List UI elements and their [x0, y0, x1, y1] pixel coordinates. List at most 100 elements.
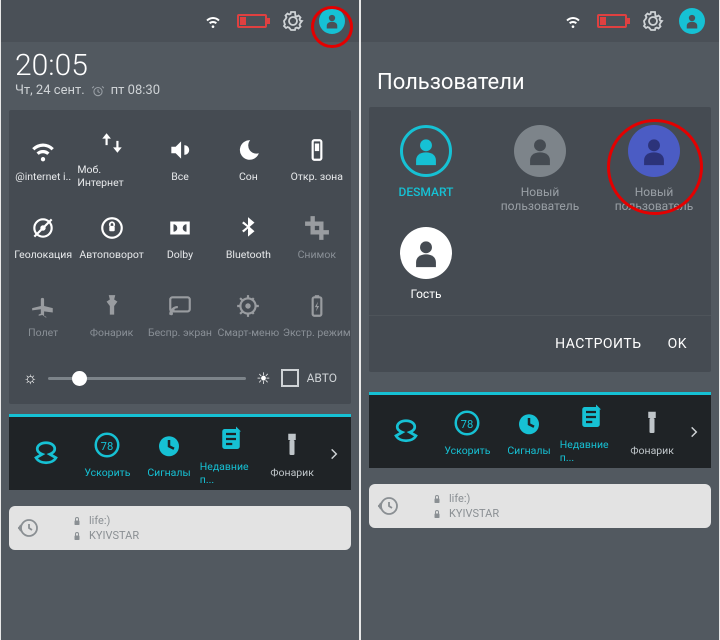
updown-icon [98, 129, 126, 157]
launcher-speed[interactable]: Ускорить [77, 428, 139, 479]
launcher-torch2[interactable]: Фонарик [621, 406, 683, 457]
qs-label: Моб. Интернет [77, 163, 145, 189]
torch2-icon [635, 406, 669, 440]
qs-label: Dolby [167, 248, 193, 261]
alarm-time: пт 08:30 [111, 83, 160, 98]
sim-cards: life:) KYIVSTAR [9, 506, 351, 550]
qs-tile-updown[interactable]: Моб. Интернет [77, 120, 145, 198]
qs-label: Беспр. экран [148, 326, 212, 339]
alarmclock-icon [152, 428, 186, 462]
qs-tile-torch[interactable]: Фонарик [77, 276, 145, 354]
launcher-alarmclock[interactable]: Сигналы [498, 406, 560, 457]
speed-icon [450, 406, 484, 440]
clock-time: 20:05 [15, 48, 345, 83]
user-switch-button[interactable] [319, 8, 345, 34]
qs-label: Все [171, 170, 189, 183]
user-name: DESMART [399, 185, 454, 199]
battsave-icon [303, 292, 331, 320]
users-panel: DESMART Новыйпользователь Новыйпользовател… [369, 107, 711, 372]
qs-label: Геолокация [14, 248, 72, 261]
battery-icon [597, 14, 627, 28]
status-bar [1, 0, 359, 42]
wifi-icon [203, 13, 223, 29]
user-новый-пользователь[interactable]: Новыйпользователь [597, 125, 711, 213]
history-icon [377, 494, 401, 518]
qs-tile-crop[interactable]: Снимок [283, 198, 351, 276]
avatar [514, 125, 566, 177]
qs-label: Откр. зона [291, 170, 343, 183]
avatar [400, 125, 452, 177]
qs-tile-cast[interactable]: Беспр. экран [146, 276, 214, 354]
qs-tile-nolocation[interactable]: Геолокация [9, 198, 77, 276]
moon-icon [234, 136, 262, 164]
sim-cards: life:) KYIVSTAR [369, 484, 711, 528]
chevron-right-icon[interactable] [683, 425, 705, 439]
user-новый-пользователь[interactable]: Новыйпользователь [483, 125, 597, 213]
qs-label: Фонарик [90, 326, 134, 339]
qs-tile-plane[interactable]: Полет [9, 276, 77, 354]
crop-icon [303, 214, 331, 242]
qs-tile-hotspot[interactable]: Откр. зона [283, 120, 351, 198]
brightness-row: ☼ ☀ АВТО [9, 354, 351, 398]
status-bar [361, 0, 719, 42]
settings-button[interactable]: НАСТРОИТЬ [555, 336, 641, 352]
user-гость[interactable]: Гость [369, 227, 483, 301]
ok-button[interactable]: OK [668, 336, 687, 352]
cast-icon [166, 292, 194, 320]
launcher-note[interactable]: Недавние п... [200, 422, 262, 486]
qs-tile-rotatelock[interactable]: Автоповорот [77, 198, 145, 276]
history-icon [17, 516, 41, 540]
qs-label: Bluetooth [226, 248, 271, 261]
volume-icon [166, 136, 194, 164]
user-name: Новыйпользователь [615, 185, 693, 213]
qs-tile-bluetooth[interactable]: Bluetooth [214, 198, 282, 276]
user-desmart[interactable]: DESMART [369, 125, 483, 213]
qs-label: Полет [28, 326, 58, 339]
qs-label: Смарт-меню [218, 326, 280, 339]
qs-tile-volume[interactable]: Все [146, 120, 214, 198]
launcher-strip: УскоритьСигналыНедавние п...Фонарик [369, 392, 711, 468]
qs-tile-smart[interactable]: Смарт-меню [214, 276, 282, 354]
note-icon [574, 400, 608, 434]
bluetooth-icon [234, 214, 262, 242]
lock-icon [71, 530, 83, 542]
dolby-icon [166, 214, 194, 242]
qs-label: Сон [239, 170, 258, 183]
alarm-icon [91, 84, 105, 98]
brightness-auto[interactable]: АВТО [281, 369, 337, 387]
qs-tile-dolby[interactable]: Dolby [146, 198, 214, 276]
gear-icon[interactable] [281, 9, 305, 33]
qs-label: Снимок [298, 248, 336, 261]
qs-label: Автоповорот [79, 248, 143, 261]
torch-icon [98, 292, 126, 320]
note-icon [214, 422, 248, 456]
launcher-torch2[interactable]: Фонарик [261, 428, 323, 479]
qs-tile-moon[interactable]: Сон [214, 120, 282, 198]
page-title: Пользователи [361, 42, 719, 107]
alarmclock-icon [512, 406, 546, 440]
launcher-speed[interactable]: Ускорить [437, 406, 499, 457]
user-name: Новыйпользователь [501, 185, 579, 213]
hotspot-icon [303, 136, 331, 164]
chevron-right-icon[interactable] [323, 447, 345, 461]
brightness-slider[interactable] [48, 377, 247, 380]
launcher-slogo[interactable] [15, 437, 77, 471]
qs-label: Экстр. режим [283, 326, 351, 339]
lock-icon [71, 515, 83, 527]
slogo-icon [389, 415, 423, 449]
launcher-note[interactable]: Недавние п... [560, 400, 622, 464]
qs-tile-battsave[interactable]: Экстр. режим [283, 276, 351, 354]
gear-icon[interactable] [641, 9, 665, 33]
qs-tile-wifi[interactable]: @internet i.. [9, 120, 77, 198]
torch2-icon [275, 428, 309, 462]
battery-icon [237, 14, 267, 28]
launcher-slogo[interactable] [375, 415, 437, 449]
launcher-strip: УскоритьСигналыНедавние п...Фонарик [9, 414, 351, 490]
sun-dim-icon: ☼ [23, 368, 38, 388]
nolocation-icon [29, 214, 57, 242]
clock-row: 20:05 Чт, 24 сент. пт 08:30 [1, 42, 359, 110]
speed-icon [90, 428, 124, 462]
user-switch-button[interactable] [679, 8, 705, 34]
launcher-alarmclock[interactable]: Сигналы [138, 428, 200, 479]
lock-icon [431, 493, 443, 505]
